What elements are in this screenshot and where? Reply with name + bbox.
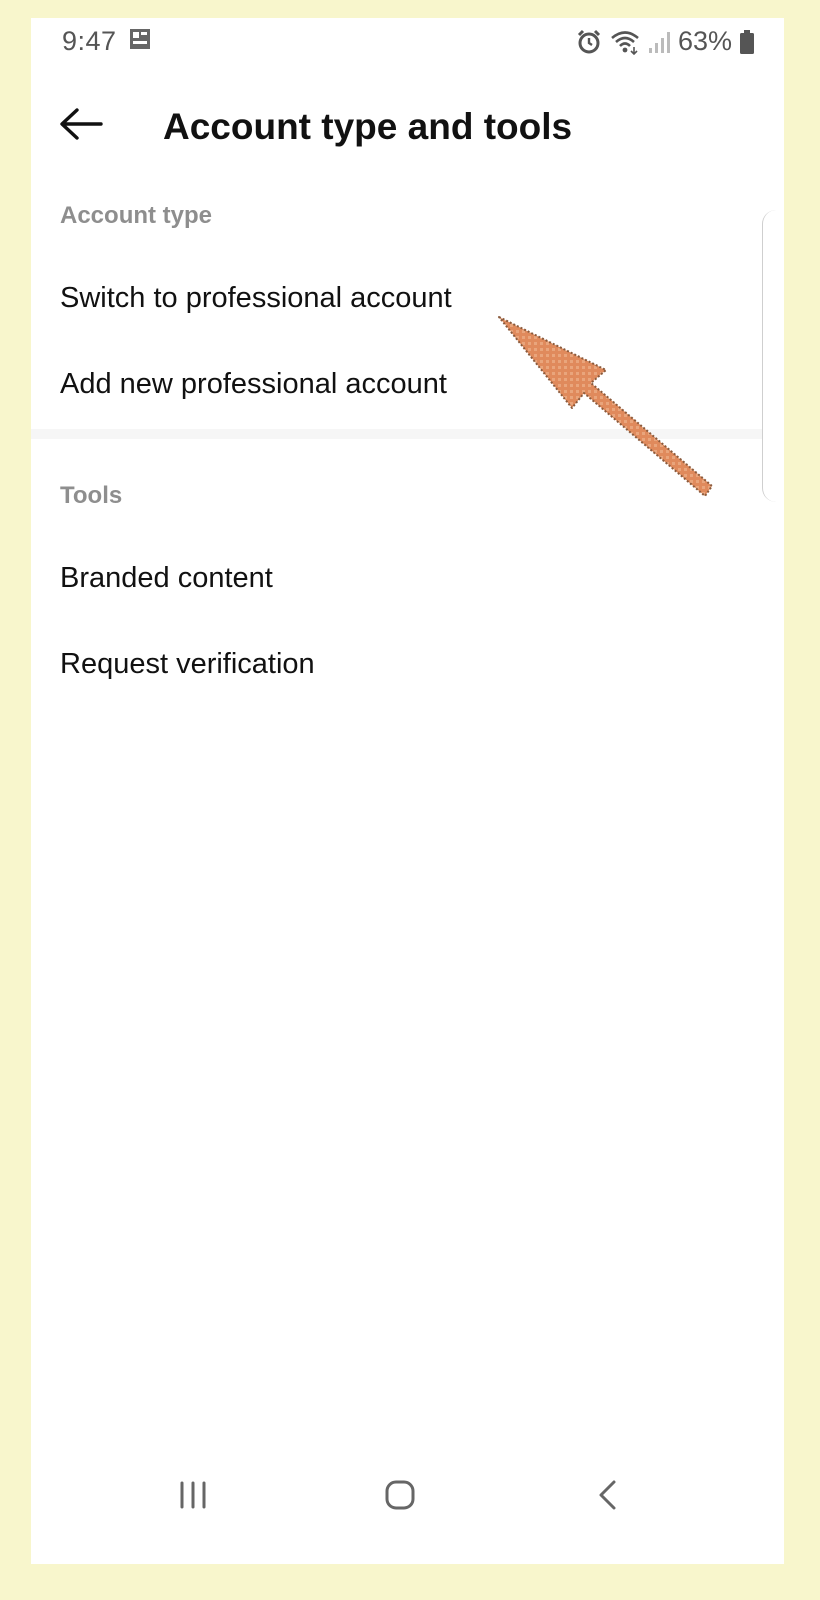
notification-icon [130,29,150,49]
status-icons: 63% [576,26,754,57]
recent-apps-button[interactable] [163,1470,223,1520]
list-item-label: Add new professional account [60,368,447,400]
navigation-bar [31,1458,784,1528]
list-item-label: Request verification [60,648,315,680]
back-icon [599,1480,616,1510]
side-scroll-panel-edge[interactable] [762,210,784,502]
system-back-button[interactable] [577,1470,637,1520]
list-item-label: Branded content [60,562,273,594]
back-arrow-icon [60,108,103,140]
top-app-bar: Account type and tools [31,78,784,168]
phone-screen: 9:47 63% Account type and tools Account … [31,18,784,1564]
branded-content-item[interactable]: Branded content [31,540,761,620]
back-button[interactable] [53,96,109,152]
battery-icon [740,29,754,54]
list-item-label: Switch to professional account [60,282,452,314]
section-header-account-type: Account type [60,202,213,229]
recent-apps-icon [180,1481,206,1509]
status-bar: 9:47 63% [31,18,784,66]
switch-to-professional-account-item[interactable]: Switch to professional account [31,260,761,340]
home-icon [385,1480,415,1510]
page-title: Account type and tools [163,106,573,147]
section-header-tools: Tools [60,482,123,509]
alarm-icon [577,29,601,53]
status-time: 9:47 [62,26,117,56]
wifi-icon [611,30,639,55]
home-button[interactable] [370,1470,430,1520]
section-divider [31,429,766,439]
signal-icon [648,31,670,53]
request-verification-item[interactable]: Request verification [31,626,761,706]
battery-percentage: 63% [677,26,732,56]
add-new-professional-account-item[interactable]: Add new professional account [31,346,761,426]
